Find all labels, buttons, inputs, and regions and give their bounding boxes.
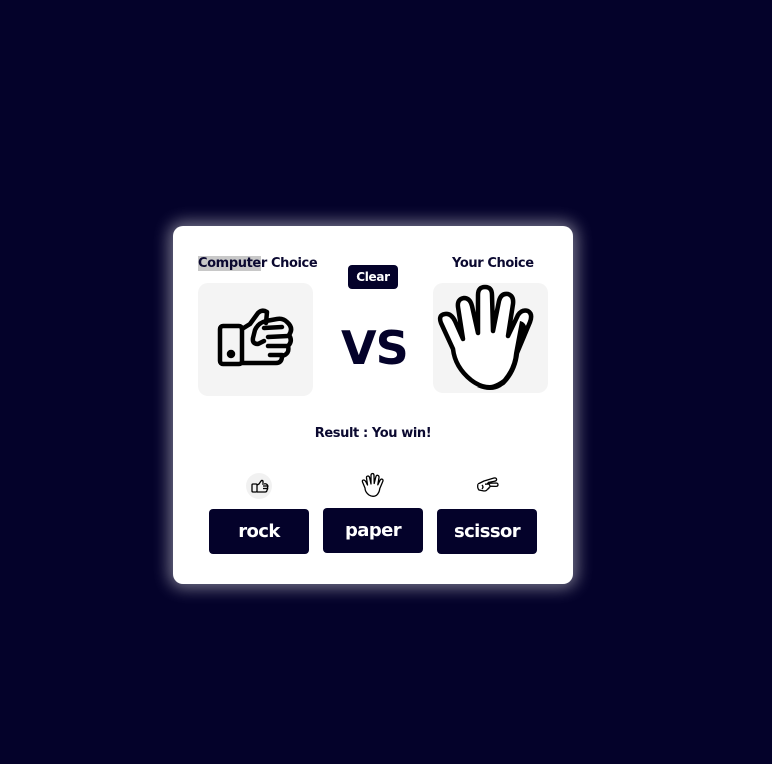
game-card: Computer Choice Clear Your Choice VS Res…	[173, 226, 573, 584]
clear-button[interactable]: Clear	[348, 265, 398, 289]
computer-choice-display	[198, 283, 313, 396]
result-text: Result : You win!	[314, 426, 432, 441]
computer-choice-label-highlight: Compute	[198, 256, 261, 271]
open-hand-icon	[437, 284, 534, 390]
paper-hand-icon[interactable]	[360, 472, 386, 498]
computer-choice-label: Computer Choice	[198, 256, 318, 271]
your-choice-display	[433, 283, 548, 393]
your-choice-label: Your Choice	[452, 256, 534, 271]
vs-text: VS	[341, 321, 409, 375]
rock-fist-icon[interactable]	[246, 473, 272, 499]
paper-button[interactable]: paper	[323, 508, 423, 553]
fist-icon	[217, 308, 294, 367]
scissor-button[interactable]: scissor	[437, 509, 537, 554]
computer-choice-label-rest: r Choice	[260, 256, 318, 271]
scissor-hand-icon[interactable]	[474, 472, 500, 498]
rock-button[interactable]: rock	[209, 509, 309, 554]
